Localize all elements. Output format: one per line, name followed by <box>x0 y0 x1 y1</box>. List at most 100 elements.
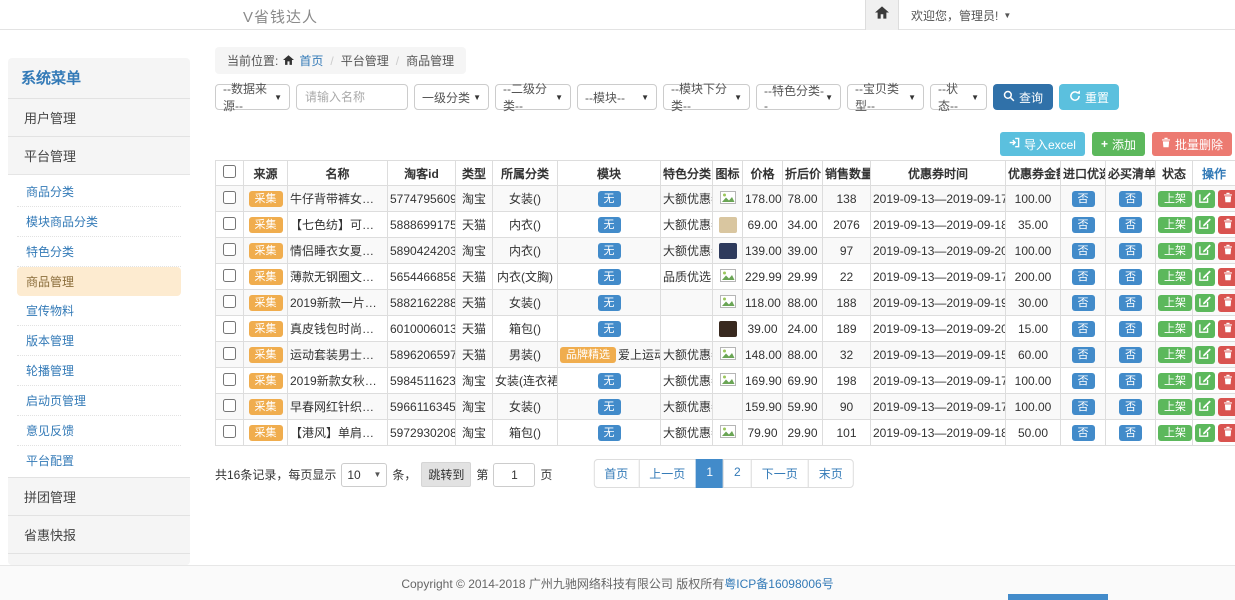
row-select-cell <box>216 394 244 420</box>
delete-button[interactable] <box>1218 242 1235 260</box>
batch-delete-button[interactable]: 批量删除 <box>1152 132 1232 156</box>
feature-category: 品质优选 <box>661 264 713 290</box>
edit-button[interactable] <box>1195 346 1215 364</box>
import-excel-button[interactable]: 导入excel <box>1000 132 1085 156</box>
row-checkbox[interactable] <box>223 191 236 204</box>
breadcrumb-home-link[interactable]: 首页 <box>299 52 323 69</box>
row-checkbox[interactable] <box>223 321 236 334</box>
feature-category-select[interactable]: --特色分类--▼ <box>756 84 841 110</box>
level2-category-select[interactable]: --二级分类--▼ <box>495 84 571 110</box>
delete-button[interactable] <box>1218 216 1235 234</box>
delete-button[interactable] <box>1218 346 1235 364</box>
sidebar-group-消息管理[interactable]: 消息管理 <box>8 553 190 565</box>
page-number-input[interactable] <box>493 463 535 487</box>
edit-button[interactable] <box>1195 424 1215 442</box>
row-checkbox[interactable] <box>223 295 236 308</box>
row-checkbox[interactable] <box>223 217 236 230</box>
coupon-time: 2019-09-13—2019-09-17 <box>871 368 1006 394</box>
level1-category-select[interactable]: 一级分类▼ <box>414 84 489 110</box>
bottom-blue-strip <box>1008 594 1108 600</box>
edit-button[interactable] <box>1195 268 1215 286</box>
pager-button-上一页[interactable]: 上一页 <box>638 459 696 488</box>
query-button[interactable]: 查询 <box>993 84 1053 110</box>
sidebar-group-用户管理[interactable]: 用户管理 <box>8 98 190 136</box>
per-page-select[interactable]: 10 ▼ <box>341 463 387 487</box>
sidebar-item-模块商品分类[interactable]: 模块商品分类 <box>17 207 181 237</box>
imported-badge: 否 <box>1072 373 1095 389</box>
sidebar-item-轮播管理[interactable]: 轮播管理 <box>17 356 181 386</box>
sidebar-item-意见反馈[interactable]: 意见反馈 <box>17 416 181 446</box>
sidebar-item-特色分类[interactable]: 特色分类 <box>17 237 181 267</box>
data-source-select[interactable]: --数据来源--▼ <box>215 84 290 110</box>
row-checkbox[interactable] <box>223 425 236 438</box>
pager-button-首页[interactable]: 首页 <box>593 459 639 488</box>
sidebar-group-省惠快报[interactable]: 省惠快报 <box>8 515 190 553</box>
edit-icon <box>1199 425 1211 440</box>
delete-button[interactable] <box>1218 268 1235 286</box>
sidebar-item-商品分类[interactable]: 商品分类 <box>17 177 181 207</box>
icp-link[interactable]: 粤ICP备16098006号 <box>724 575 833 592</box>
table-row: 采集薄款无钢圈文胸聚拢性...565446685867天猫内衣(文胸)无品质优选… <box>216 264 1235 290</box>
name-input[interactable] <box>296 84 408 110</box>
breadcrumb-item-platform: 平台管理 <box>341 52 389 69</box>
module-subcategory-select[interactable]: --模块下分类--▼ <box>663 84 750 110</box>
image-placeholder-icon <box>720 193 736 207</box>
user-menu[interactable]: 欢迎您，管理员! ▼ <box>899 7 1011 24</box>
module-select[interactable]: --模块--▼ <box>577 84 657 110</box>
edit-icon <box>1199 243 1211 258</box>
edit-button[interactable] <box>1195 372 1215 390</box>
delete-button[interactable] <box>1218 398 1235 416</box>
pager-button-末页[interactable]: 末页 <box>808 459 854 488</box>
delete-button[interactable] <box>1218 320 1235 338</box>
delete-button[interactable] <box>1218 424 1235 442</box>
status-badge: 上架 <box>1158 243 1192 259</box>
module-badge: 无 <box>598 295 621 311</box>
row-checkbox[interactable] <box>223 399 236 412</box>
pager-button-1[interactable]: 1 <box>695 459 724 488</box>
sidebar-item-启动页管理[interactable]: 启动页管理 <box>17 386 181 416</box>
sidebar-item-版本管理[interactable]: 版本管理 <box>17 326 181 356</box>
row-checkbox[interactable] <box>223 347 236 360</box>
sidebar-group-拼团管理[interactable]: 拼团管理 <box>8 477 190 515</box>
jump-button[interactable]: 跳转到 <box>421 462 471 487</box>
chevron-down-icon: ▼ <box>734 93 742 102</box>
edit-button[interactable] <box>1195 216 1215 234</box>
column-header-状态: 状态 <box>1156 161 1193 186</box>
row-checkbox[interactable] <box>223 373 236 386</box>
select-label: --模块下分类-- <box>671 80 734 114</box>
row-checkbox[interactable] <box>223 269 236 282</box>
status-select[interactable]: --状态--▼ <box>930 84 987 110</box>
row-select-cell <box>216 316 244 342</box>
column-header-销售数量: 销售数量 <box>823 161 871 186</box>
goods-type: 天猫 <box>456 264 493 290</box>
source-badge: 采集 <box>249 373 283 389</box>
column-header-模块: 模块 <box>558 161 661 186</box>
edit-button[interactable] <box>1195 242 1215 260</box>
delete-button[interactable] <box>1218 372 1235 390</box>
imported-badge: 否 <box>1072 217 1095 233</box>
sidebar-group-平台管理[interactable]: 平台管理 <box>8 136 190 174</box>
edit-button[interactable] <box>1195 320 1215 338</box>
pager-button-下一页[interactable]: 下一页 <box>751 459 809 488</box>
edit-button[interactable] <box>1195 190 1215 208</box>
reset-button[interactable]: 重置 <box>1059 84 1119 110</box>
trash-icon <box>1223 269 1233 284</box>
home-button[interactable] <box>865 0 899 30</box>
edit-button[interactable] <box>1195 398 1215 416</box>
delete-button[interactable] <box>1218 190 1235 208</box>
delete-button[interactable] <box>1218 294 1235 312</box>
select-all-checkbox[interactable] <box>223 165 236 178</box>
pager-button-2[interactable]: 2 <box>723 459 752 488</box>
sidebar-item-商品管理[interactable]: 商品管理 <box>17 267 181 296</box>
sidebar-item-平台配置[interactable]: 平台配置 <box>17 446 181 475</box>
add-button[interactable]: + 添加 <box>1092 132 1145 156</box>
sidebar-item-宣传物料[interactable]: 宣传物料 <box>17 296 181 326</box>
feature-category: 大额优惠券 <box>661 238 713 264</box>
edit-button[interactable] <box>1195 294 1215 312</box>
item-type-select[interactable]: --宝贝类型--▼ <box>847 84 924 110</box>
feature-category: 大额优惠券 <box>661 186 713 212</box>
edit-icon <box>1199 347 1211 362</box>
goods-type: 天猫 <box>456 212 493 238</box>
sidebar-menu: 用户管理平台管理商品分类模块商品分类特色分类商品管理宣传物料版本管理轮播管理启动… <box>8 98 190 565</box>
row-checkbox[interactable] <box>223 243 236 256</box>
